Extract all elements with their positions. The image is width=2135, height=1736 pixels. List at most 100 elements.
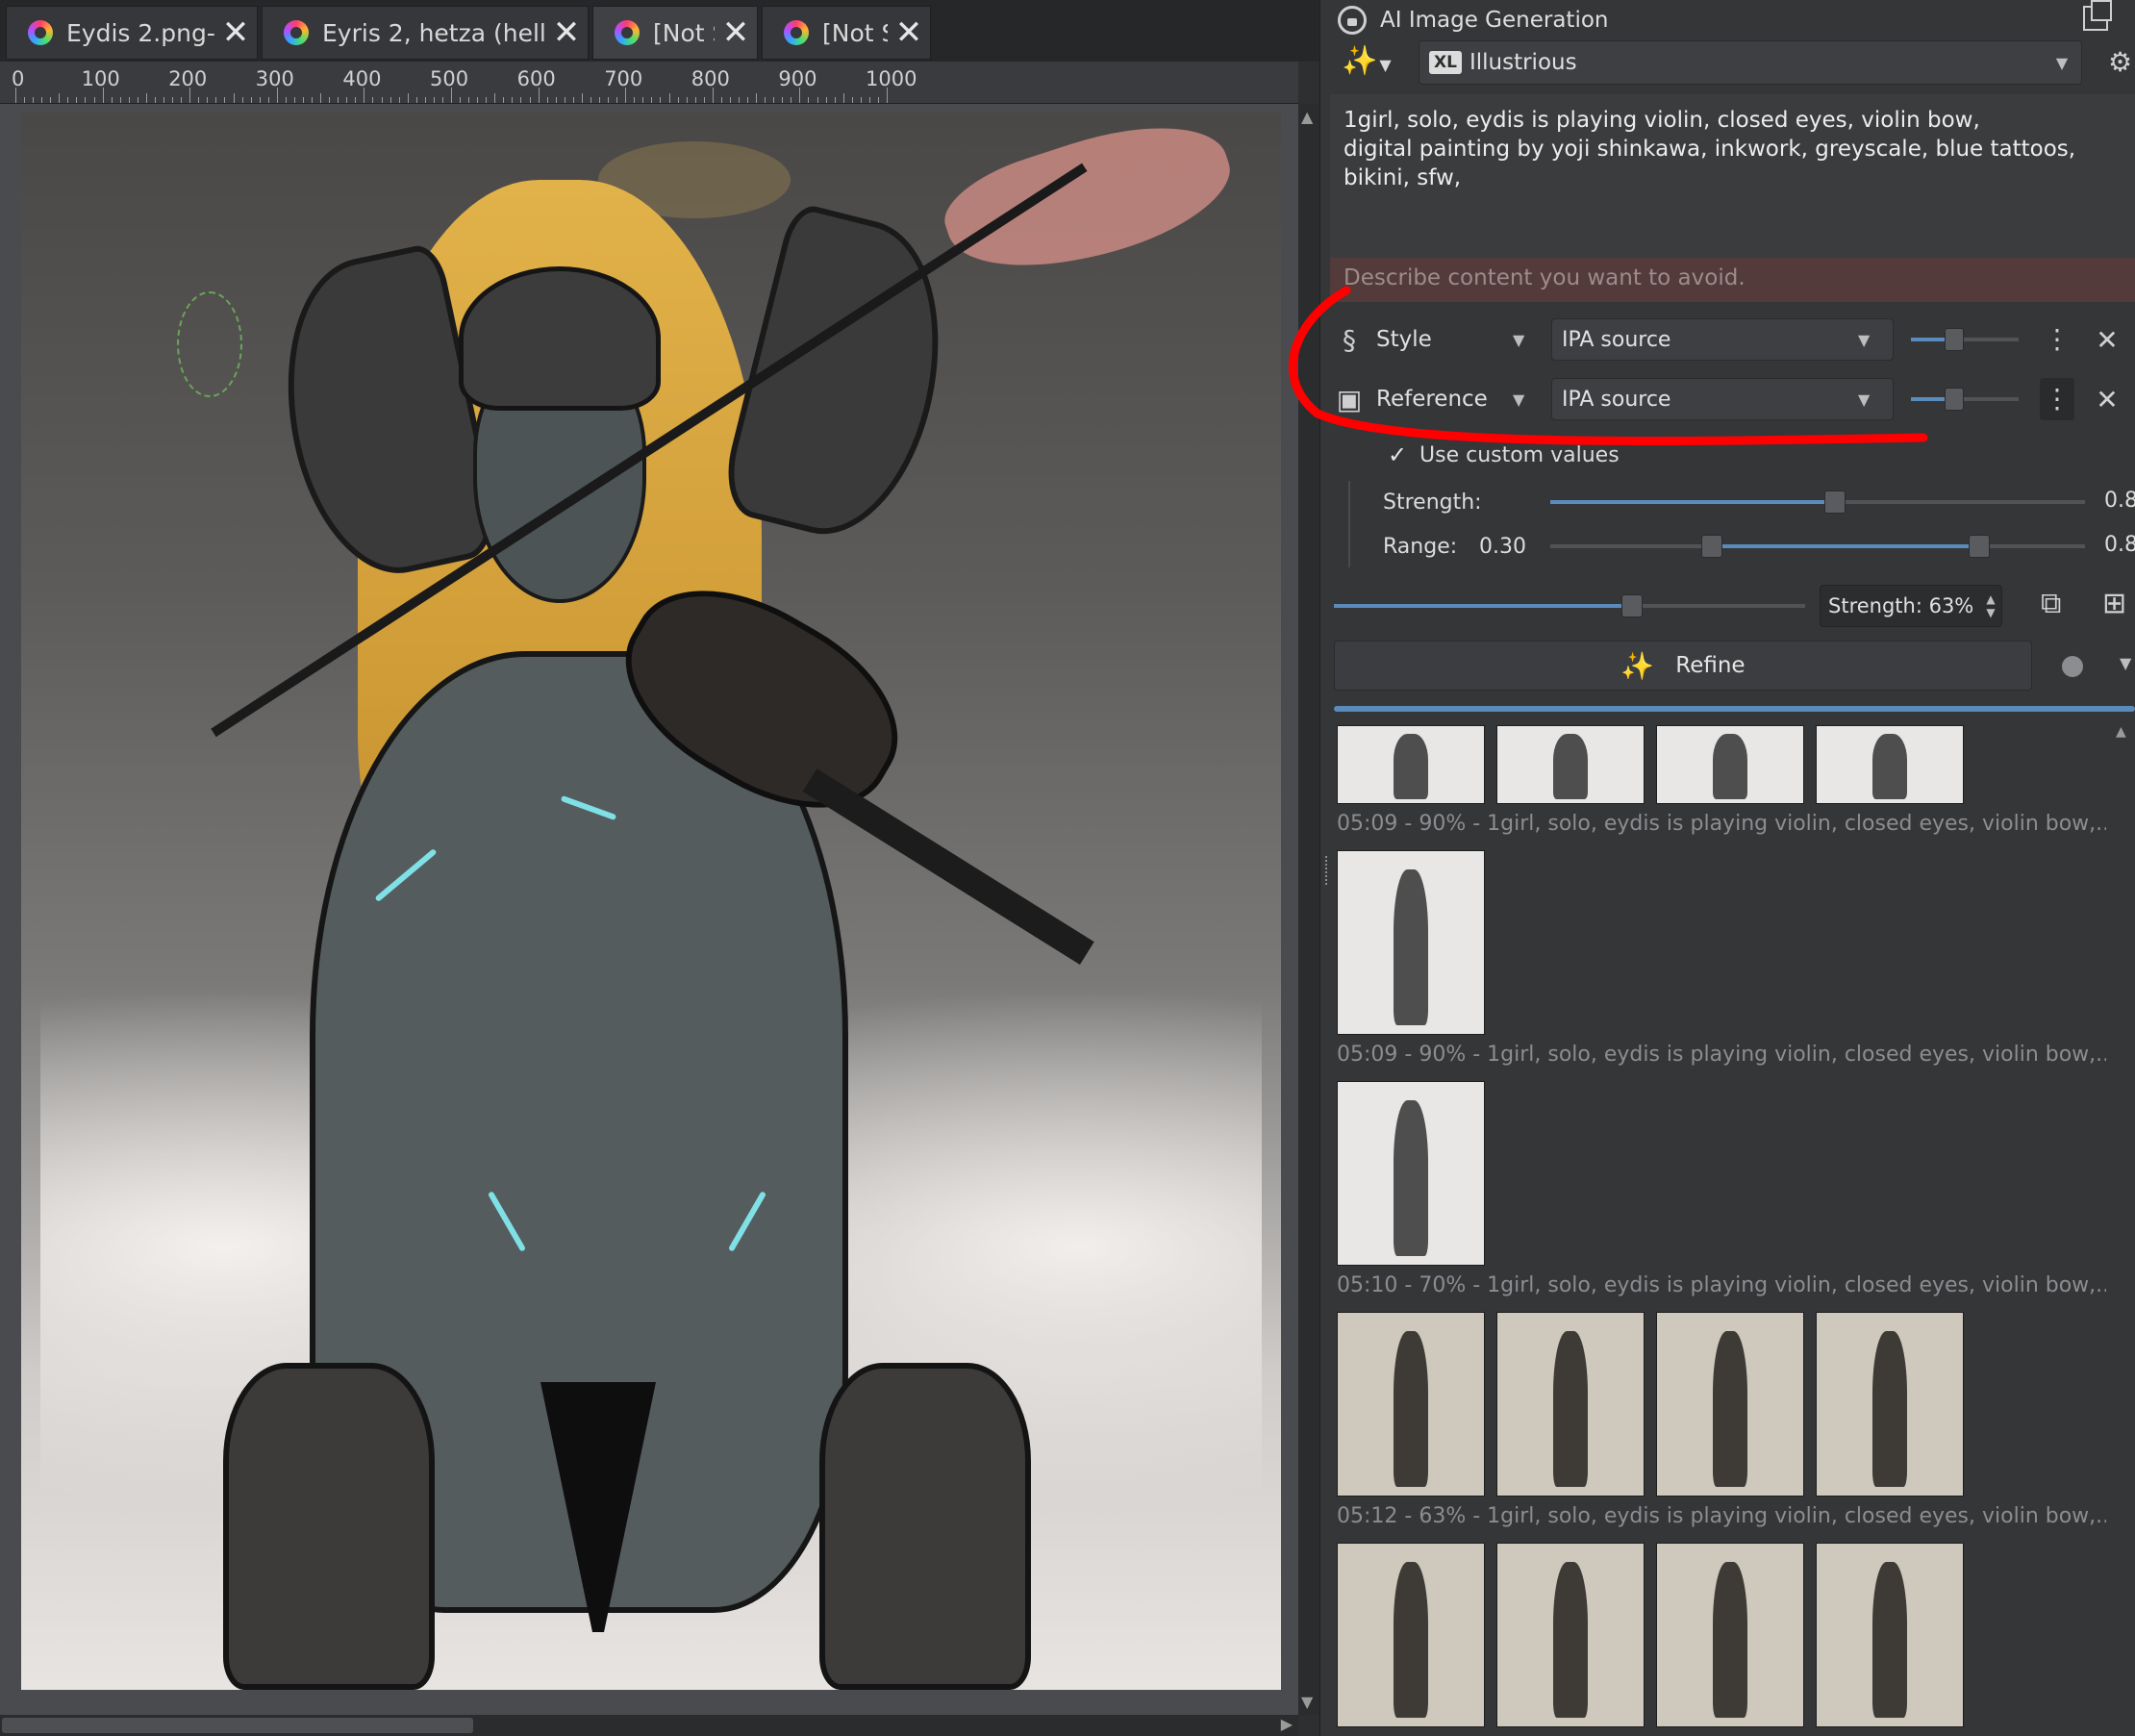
chevron-down-icon[interactable]: ▼ [1513, 331, 1542, 349]
close-icon[interactable]: ✕ [2088, 324, 2126, 356]
ruler-tick [451, 88, 452, 103]
tab-label: Eyris 2, hetza (hellshock) style.p... [322, 18, 545, 47]
generation-history: 05:09 - 90% - 1girl, solo, eydis is play… [1327, 719, 2116, 1736]
krita-logo-icon [615, 20, 640, 45]
slider-handle[interactable] [1823, 491, 1846, 514]
range-low-handle[interactable] [1700, 535, 1722, 558]
spin-arrows-icon[interactable]: ▲ ▼ [1980, 592, 2001, 619]
ruler-tick [312, 97, 314, 103]
scroll-thumb[interactable] [2, 1718, 473, 1733]
image-icon: ▣ [1336, 383, 1363, 415]
history-scrollbar[interactable]: ▲ [2116, 721, 2135, 1736]
chevron-down-icon[interactable]: ▼ [1513, 390, 1542, 409]
use-custom-values-checkbox[interactable]: ✓ Use custom values [1385, 442, 1620, 467]
history-thumbnail[interactable] [1656, 725, 1804, 804]
scroll-up-icon[interactable]: ▲ [2116, 724, 2126, 740]
control-type-label[interactable]: Style [1369, 327, 1513, 352]
history-thumbnail[interactable] [1656, 1543, 1804, 1727]
slider-handle[interactable] [1945, 388, 1965, 411]
slider-handle[interactable] [1945, 328, 1965, 351]
strength-spin-label: Strength: 63% [1828, 594, 1974, 617]
ruler-tick [398, 97, 400, 103]
generation-strength-slider[interactable] [1334, 587, 1805, 625]
ruler-label: 200 [168, 67, 208, 90]
control-source-select[interactable]: IPA source ▼ [1551, 318, 1894, 361]
ruler-tick [634, 97, 636, 103]
gear-icon[interactable]: ⚙ [2108, 46, 2135, 78]
close-icon[interactable]: ✕ [888, 13, 930, 52]
document-tab-2[interactable]: Eyris 2, hetza (hellshock) style.p... ✕ [262, 6, 589, 60]
history-thumbnail[interactable] [1496, 1312, 1645, 1497]
selection-marquee[interactable] [177, 291, 242, 397]
docker-title: AI Image Generation [1380, 8, 1609, 33]
ruler-tick [102, 88, 104, 103]
history-thumbnail[interactable] [1496, 1543, 1645, 1727]
range-high-handle[interactable] [1968, 535, 1990, 558]
control-type-label[interactable]: Reference [1369, 387, 1513, 412]
chevron-down-icon[interactable]: ▼ [2120, 654, 2131, 672]
ruler-tick [651, 97, 653, 103]
more-options-icon[interactable]: ⋮ [2040, 318, 2074, 361]
control-strength-slider[interactable] [1911, 318, 2019, 361]
close-icon[interactable]: ✕ [2088, 384, 2126, 415]
workspace-mode-button[interactable]: ✨ ▼ [1342, 44, 1399, 83]
slider-handle[interactable] [1620, 594, 1643, 617]
magic-wand-icon: ✨ [1620, 649, 1655, 682]
ruler-tick [250, 97, 252, 103]
canvas-horizontal-scrollbar[interactable]: ▶ [0, 1715, 1298, 1736]
document-tab-4[interactable]: [Not Sav... ✕ [762, 6, 931, 60]
history-thumbnail[interactable] [1816, 725, 1964, 804]
ruler-tick [259, 97, 261, 103]
ruler-tick [346, 97, 348, 103]
add-region-icon[interactable]: ⊞ [2102, 587, 2126, 620]
history-thumbnail[interactable] [1337, 1081, 1485, 1266]
canvas-vertical-scrollbar[interactable]: ▲ ▼ [1298, 104, 1319, 1715]
close-icon[interactable]: ✕ [715, 13, 757, 52]
negative-prompt-input[interactable]: Describe content you want to avoid. [1330, 258, 2135, 302]
checkmark-icon[interactable]: ✓ [1385, 442, 1410, 467]
history-thumbnail[interactable] [1816, 1312, 1964, 1497]
history-thumbnail[interactable] [1337, 1312, 1485, 1497]
ruler-tick [424, 97, 426, 103]
strength-spinbox[interactable]: Strength: 63% ▲ ▼ [1820, 585, 2002, 627]
ruler-tick [433, 97, 435, 103]
history-caption: 05:09 - 90% - 1girl, solo, eydis is play… [1337, 1043, 2106, 1067]
control-source-select[interactable]: IPA source ▼ [1551, 378, 1894, 420]
add-control-layer-icon[interactable]: ⧉ [2041, 587, 2061, 620]
ruler-tick [233, 93, 235, 103]
history-thumbnail[interactable] [1337, 850, 1485, 1035]
ruler-tick [215, 97, 217, 103]
history-thumbnail[interactable] [1337, 725, 1485, 804]
ruler-tick [590, 97, 591, 103]
model-select[interactable]: XL Illustrious ▼ [1419, 40, 2082, 85]
refine-button[interactable]: ✨ Refine [1334, 641, 2032, 691]
ruler-tick [546, 97, 548, 103]
close-icon[interactable]: ✕ [214, 13, 257, 52]
history-group: 05:09 - 90% - 1girl, solo, eydis is play… [1337, 850, 2106, 1071]
ruler-tick [808, 97, 810, 103]
scroll-down-icon[interactable]: ▼ [1301, 1693, 1313, 1711]
history-thumbnail[interactable] [1496, 725, 1645, 804]
queue-status-icon[interactable] [2062, 656, 2083, 677]
float-docker-icon[interactable] [2083, 0, 2112, 31]
lock-icon[interactable] [1338, 6, 1367, 35]
scroll-right-icon[interactable]: ▶ [1281, 1715, 1293, 1733]
tab-label: [Not Sav... [822, 18, 888, 47]
character-boot [819, 1363, 1031, 1690]
ruler-tick [76, 97, 78, 103]
history-thumbnail[interactable] [1337, 1543, 1485, 1727]
close-icon[interactable]: ✕ [545, 13, 588, 52]
history-thumbnail[interactable] [1656, 1312, 1804, 1497]
document-tab-3[interactable]: [Not Sav... ✕ [592, 6, 758, 60]
ruler-label: 700 [604, 67, 643, 90]
strength-slider[interactable] [1550, 483, 2085, 521]
more-options-icon[interactable]: ⋮ [2040, 378, 2074, 420]
canvas-artwork[interactable] [21, 113, 1281, 1690]
range-slider[interactable] [1550, 527, 2085, 566]
document-tab-1[interactable]: Eydis 2.png-autosave... ✕ [6, 6, 258, 60]
prompt-input[interactable]: 1girl, solo, eydis is playing violin, cl… [1330, 94, 2135, 258]
scroll-up-icon[interactable]: ▲ [1301, 108, 1313, 126]
history-thumbnail[interactable] [1816, 1543, 1964, 1727]
control-strength-slider[interactable] [1911, 378, 2019, 420]
control-layer-style: § Style ▼ IPA source ▼ ⋮ ✕ [1330, 314, 2135, 365]
